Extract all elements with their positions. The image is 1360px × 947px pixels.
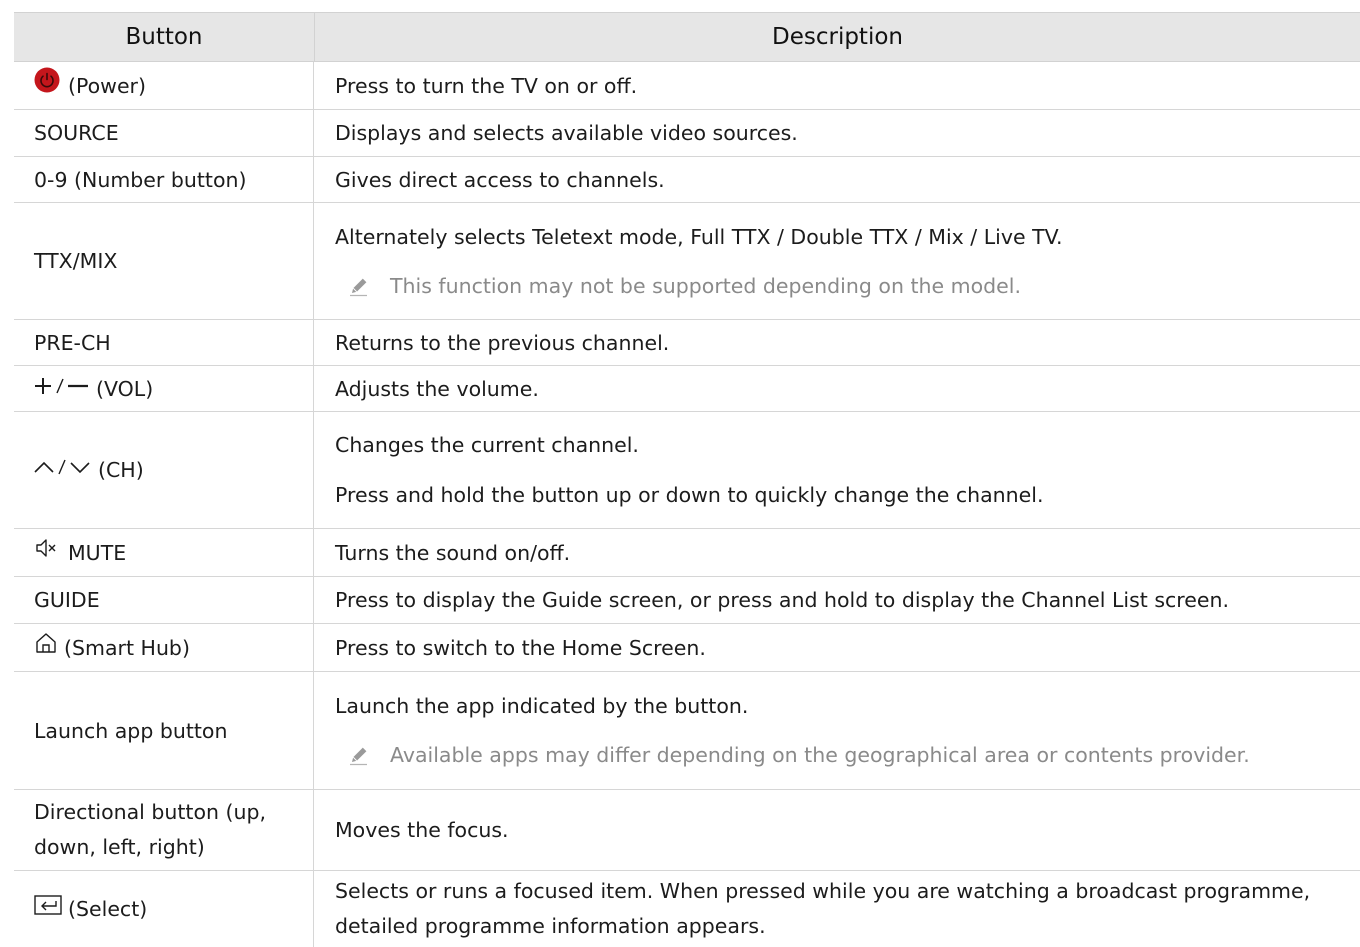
description-cell: Launch the app indicated by the button. … bbox=[314, 672, 1360, 789]
button-cell: (CH) bbox=[14, 412, 314, 528]
button-cell: (Power) bbox=[14, 62, 314, 109]
button-cell: 0-9 (Number button) bbox=[14, 157, 314, 202]
description-text: Selects or runs a focused item. When pre… bbox=[335, 879, 1311, 938]
button-cell: PRE-CH bbox=[14, 320, 314, 365]
button-label: (Smart Hub) bbox=[64, 635, 190, 660]
button-cell: (Select) bbox=[14, 871, 314, 947]
description-text: Press to switch to the Home Screen. bbox=[335, 635, 706, 660]
button-cell: (Smart Hub) bbox=[14, 624, 314, 671]
note-text: Available apps may differ depending on t… bbox=[390, 743, 1250, 767]
description-text: Moves the focus. bbox=[335, 818, 509, 842]
description-text: Alternately selects Teletext mode, Full … bbox=[335, 224, 1063, 249]
description-text: Adjusts the volume. bbox=[335, 376, 539, 401]
table-row: Launch app button Launch the app indicat… bbox=[14, 672, 1360, 790]
button-cell: Directional button (up, down, left, righ… bbox=[14, 790, 314, 870]
button-label: (VOL) bbox=[96, 376, 154, 401]
pencil-note-icon bbox=[350, 278, 367, 296]
button-label: MUTE bbox=[68, 540, 127, 565]
description-cell: Changes the current channel. Press and h… bbox=[314, 412, 1360, 528]
up-down-chevron-icon bbox=[34, 452, 92, 488]
description-text: Press to display the Guide screen, or pr… bbox=[335, 588, 1229, 612]
description-cell: Press to display the Guide screen, or pr… bbox=[314, 577, 1360, 623]
button-cell: SOURCE bbox=[14, 110, 314, 156]
table-header: Button Description bbox=[14, 12, 1360, 62]
table-row: (Smart Hub) Press to switch to the Home … bbox=[14, 624, 1360, 672]
description-cell: Displays and selects available video sou… bbox=[314, 110, 1360, 156]
description-cell: Moves the focus. bbox=[314, 790, 1360, 870]
table-row: TTX/MIX Alternately selects Teletext mod… bbox=[14, 203, 1360, 320]
button-label: (CH) bbox=[98, 458, 144, 482]
description-text: Press to turn the TV on or off. bbox=[335, 73, 638, 98]
button-label: 0-9 (Number button) bbox=[34, 167, 247, 192]
button-label: SOURCE bbox=[34, 121, 119, 145]
button-label: Launch app button bbox=[34, 718, 228, 743]
remote-buttons-table: Button Description (Power) Press to turn… bbox=[14, 12, 1360, 947]
description-text: Press and hold the button up or down to … bbox=[335, 483, 1044, 507]
power-icon bbox=[34, 67, 60, 104]
table-row: GUIDE Press to display the Guide screen,… bbox=[14, 577, 1360, 624]
button-label: PRE-CH bbox=[34, 330, 111, 355]
description-cell: Turns the sound on/off. bbox=[314, 529, 1360, 576]
description-cell: Adjusts the volume. bbox=[314, 366, 1360, 411]
table-row: 0-9 (Number button) Gives direct access … bbox=[14, 157, 1360, 203]
description-cell: Alternately selects Teletext mode, Full … bbox=[314, 203, 1360, 319]
button-cell: TTX/MIX bbox=[14, 203, 314, 319]
description-text: Changes the current channel. bbox=[335, 433, 639, 457]
description-text: Displays and selects available video sou… bbox=[335, 121, 798, 145]
column-header-button: Button bbox=[14, 13, 315, 61]
description-text: Returns to the previous channel. bbox=[335, 330, 670, 355]
note-text: This function may not be supported depen… bbox=[390, 273, 1021, 298]
table-row: (VOL) Adjusts the volume. bbox=[14, 366, 1360, 412]
button-label: (Power) bbox=[68, 73, 146, 98]
table-row: (Power) Press to turn the TV on or off. bbox=[14, 62, 1360, 110]
description-text: Gives direct access to channels. bbox=[335, 167, 665, 192]
table-row: Directional button (up, down, left, righ… bbox=[14, 790, 1360, 871]
button-cell: GUIDE bbox=[14, 577, 314, 623]
plus-minus-icon bbox=[34, 371, 90, 407]
button-label: Directional button (up, down, left, righ… bbox=[34, 800, 267, 859]
description-cell: Press to switch to the Home Screen. bbox=[314, 624, 1360, 671]
home-icon bbox=[34, 630, 58, 666]
note: This function may not be supported depen… bbox=[335, 268, 1344, 304]
table-row: (Select) Selects or runs a focused item.… bbox=[14, 871, 1360, 947]
select-icon bbox=[34, 891, 62, 927]
description-cell: Press to turn the TV on or off. bbox=[314, 62, 1360, 109]
table-row: SOURCE Displays and selects available vi… bbox=[14, 110, 1360, 157]
button-cell: MUTE bbox=[14, 529, 314, 576]
description-cell: Returns to the previous channel. bbox=[314, 320, 1360, 365]
mute-icon bbox=[34, 535, 58, 571]
description-cell: Gives direct access to channels. bbox=[314, 157, 1360, 202]
button-label: TTX/MIX bbox=[34, 249, 118, 273]
table-row: (CH) Changes the current channel. Press … bbox=[14, 412, 1360, 529]
description-text: Turns the sound on/off. bbox=[335, 540, 571, 565]
description-cell: Selects or runs a focused item. When pre… bbox=[314, 871, 1360, 947]
table-row: MUTE Turns the sound on/off. bbox=[14, 529, 1360, 577]
column-header-description: Description bbox=[772, 24, 903, 50]
button-label: GUIDE bbox=[34, 588, 100, 612]
button-label: (Select) bbox=[68, 897, 148, 921]
pencil-note-icon bbox=[350, 747, 367, 766]
table-row: PRE-CH Returns to the previous channel. bbox=[14, 320, 1360, 366]
description-text: Launch the app indicated by the button. bbox=[335, 694, 749, 718]
button-cell: (VOL) bbox=[14, 366, 314, 411]
button-cell: Launch app button bbox=[14, 672, 314, 789]
note: Available apps may differ depending on t… bbox=[335, 737, 1344, 773]
